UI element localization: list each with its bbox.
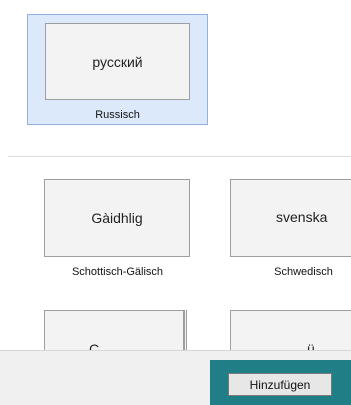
- language-caption: Schwedisch: [274, 266, 333, 278]
- language-tile-box-partial[interactable]: ü: [230, 310, 351, 350]
- language-native-name: svenska: [276, 209, 328, 225]
- language-tile-russian-selected[interactable]: русский Russisch: [27, 14, 208, 125]
- language-tile-box[interactable]: русский: [45, 23, 190, 100]
- language-caption: Russisch: [95, 109, 140, 121]
- language-native-name: Gàidhlig: [91, 210, 143, 226]
- language-tile-box[interactable]: svenska: [230, 179, 351, 257]
- language-caption: Schottisch-Gälisch: [71, 266, 164, 278]
- stacked-tile-edge: [184, 310, 187, 350]
- language-picker-window: русский Russisch Gàidhlig Schottisch-Gäl…: [0, 0, 351, 405]
- add-button[interactable]: Hinzufügen: [228, 373, 332, 396]
- partial-tile-row: C ü: [0, 310, 351, 350]
- section-divider: [8, 156, 351, 157]
- language-tile-box[interactable]: Gàidhlig: [44, 179, 190, 257]
- language-native-name-fragment: C: [89, 341, 100, 350]
- language-tile-box-partial[interactable]: C: [44, 310, 184, 350]
- language-native-name: русский: [92, 53, 143, 70]
- language-native-name-fragment: ü: [307, 341, 315, 350]
